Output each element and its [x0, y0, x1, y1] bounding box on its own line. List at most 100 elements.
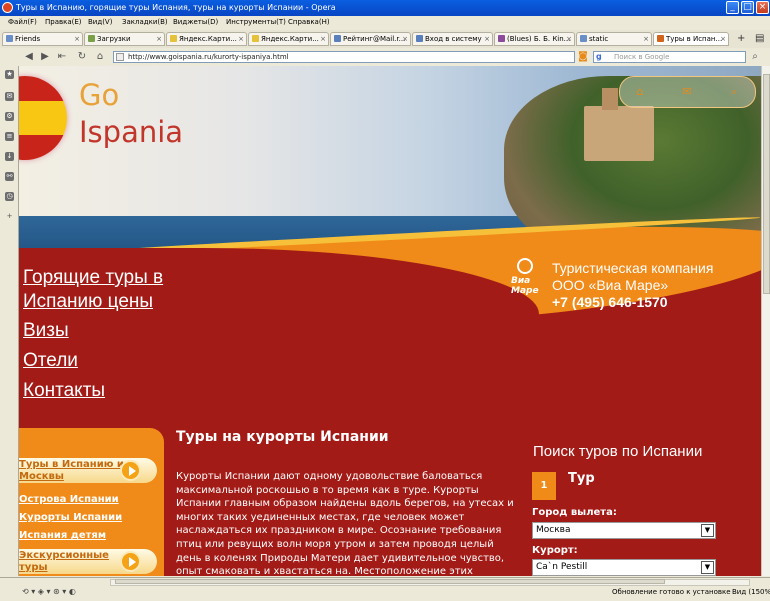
links-panel-icon[interactable]: ⚯	[5, 172, 14, 181]
close-tab-icon[interactable]: ×	[320, 33, 326, 45]
islands-link[interactable]: Острова Испании	[19, 494, 119, 505]
update-status[interactable]: Обновление готово к установке	[612, 588, 731, 596]
nav-contacts[interactable]: Контакты	[23, 379, 105, 402]
nav-visas[interactable]: Визы	[23, 319, 69, 342]
resort-label: Курорт:	[532, 545, 578, 556]
tab-label: Вход в систему	[425, 35, 482, 43]
history-panel-icon[interactable]: ◷	[5, 192, 14, 201]
downloads-tab-icon	[88, 35, 95, 42]
home-icon[interactable]: ⌂	[634, 86, 646, 98]
tours-from-moscow-label: Туры в Испанию из	[19, 459, 130, 470]
close-tab-icon[interactable]: ×	[156, 33, 162, 45]
back-icon[interactable]: ◀	[23, 51, 35, 63]
menu-help[interactable]: Справка(H)	[288, 18, 330, 26]
company-logo: Виа Маре	[509, 258, 549, 296]
close-tab-icon[interactable]: ×	[402, 33, 408, 45]
close-tab-icon[interactable]: ×	[720, 33, 726, 45]
minimize-button[interactable]: _	[726, 1, 739, 14]
downloads-panel-icon[interactable]: ↓	[5, 152, 14, 161]
menu-view[interactable]: Вид(V)	[88, 18, 112, 26]
header-icon-bar: ⌂ ✉ ⌕	[619, 76, 756, 108]
excursion-tours-button[interactable]: Экскурсионные туры	[19, 549, 157, 574]
tab-label: Яндекс.Карти...	[261, 35, 319, 43]
close-tab-icon[interactable]: ×	[566, 33, 572, 45]
search-input[interactable]: g Поиск в Google	[593, 51, 746, 63]
chevron-down-icon[interactable]: ▼	[701, 561, 714, 574]
tab-yandex-maps-1[interactable]: Яндекс.Карти... ×	[166, 32, 247, 46]
vertical-scrollbar[interactable]	[761, 66, 770, 576]
nav-hotels[interactable]: Отели	[23, 349, 78, 372]
rss-icon[interactable]: ◙	[577, 51, 589, 63]
tab-static[interactable]: static ×	[576, 32, 652, 46]
tab-blues[interactable]: (Blues) Б. Б. Кin... ×	[494, 32, 575, 46]
logo-ispania[interactable]: Ispania	[79, 115, 183, 149]
tab-login[interactable]: Вход в систему ×	[412, 32, 493, 46]
bookmarks-panel-icon[interactable]: ★	[5, 70, 14, 79]
tab-friends[interactable]: Friends ×	[2, 32, 83, 46]
yandex-tab-icon	[170, 35, 177, 42]
opera-icon	[2, 2, 13, 13]
home-icon[interactable]: ⌂	[94, 51, 106, 63]
chevron-down-icon[interactable]: ▼	[701, 524, 714, 537]
search-go-icon[interactable]: ⌕	[749, 51, 761, 63]
close-tab-icon[interactable]: ×	[484, 33, 490, 45]
tab-label: static	[589, 35, 609, 43]
horizontal-scrollbar-thumb[interactable]	[115, 579, 665, 584]
sun-icon	[517, 258, 533, 274]
excursion-tours-label-2: туры	[19, 562, 48, 573]
url-text: http://www.goispania.ru/kurorty-ispaniya…	[128, 53, 289, 61]
resorts-link[interactable]: Курорты Испании	[19, 512, 122, 523]
music-tab-icon	[498, 35, 505, 42]
tab-list-icon[interactable]: ▤	[755, 33, 764, 45]
tab-label: Friends	[15, 35, 41, 43]
menu-widgets[interactable]: Виджеты(D)	[173, 18, 218, 26]
scrollbar-thumb[interactable]	[763, 74, 770, 294]
close-tab-icon[interactable]: ×	[74, 33, 80, 45]
url-input[interactable]: http://www.goispania.ru/kurorty-ispaniya…	[113, 51, 575, 63]
tab-rating-mail[interactable]: Рейтинг@Mail.r... ×	[330, 32, 411, 46]
tab-yandex-maps-2[interactable]: Яндекс.Карти... ×	[248, 32, 329, 46]
reload-icon[interactable]: ↻	[76, 51, 88, 63]
kids-link[interactable]: Испания детям	[19, 530, 106, 541]
company-info: Туристическая компания ООО «Виа Маре» +7…	[552, 260, 713, 311]
search-form-title: Поиск туров по Испании	[533, 443, 703, 460]
logo-go[interactable]: Go	[79, 78, 119, 112]
page-icon	[116, 53, 124, 61]
tab-tours-spain[interactable]: Туры в Испан... ×	[653, 32, 729, 46]
step-label: Тур	[568, 471, 595, 486]
search-icon[interactable]: ⌕	[728, 86, 740, 98]
close-tab-icon[interactable]: ×	[643, 33, 649, 45]
mail-panel-icon[interactable]: ✉	[5, 92, 14, 101]
notes-panel-icon[interactable]: ≡	[5, 132, 14, 141]
rewind-icon[interactable]: ⇤	[56, 51, 68, 63]
menu-bar: Файл(F) Правка(E) Вид(V) Закладки(B) Вид…	[0, 16, 770, 30]
play-arrow-icon	[120, 551, 141, 572]
resort-select[interactable]: Ca`n Pestill ▼	[532, 559, 716, 576]
close-tab-icon[interactable]: ×	[238, 33, 244, 45]
settings-panel-icon[interactable]: ⚙	[5, 112, 14, 121]
new-tab-icon[interactable]: +	[737, 33, 745, 45]
maximize-button[interactable]: □	[741, 1, 754, 14]
menu-file[interactable]: Файл(F)	[8, 18, 37, 26]
zoom-level[interactable]: Вид (150%)	[732, 588, 770, 596]
forward-icon[interactable]: ▶	[39, 51, 51, 63]
menu-bookmarks[interactable]: Закладки(B)	[122, 18, 168, 26]
page-viewport: Go Ispania ⌂ ✉ ⌕ Виа Маре Туристическая …	[19, 66, 761, 576]
menu-tools[interactable]: Инструменты(T)	[226, 18, 286, 26]
departure-city-select[interactable]: Москва ▼	[532, 522, 716, 539]
tab-downloads[interactable]: Загрузки ×	[84, 32, 165, 46]
nav-hot-tours-prices[interactable]: Испанию цены	[23, 290, 153, 313]
friends-tab-icon	[6, 35, 13, 42]
excursion-tours-label: Экскурсионные	[19, 550, 109, 561]
tab-label: Яндекс.Карти...	[179, 35, 237, 43]
add-panel-icon[interactable]: +	[5, 212, 14, 221]
tours-from-moscow-button[interactable]: Туры в Испанию из Москвы	[19, 458, 157, 483]
menu-edit[interactable]: Правка(E)	[45, 18, 82, 26]
status-icons[interactable]: ⟲ ▾ ◈ ▾ ⊛ ▾ ◐	[22, 587, 76, 596]
page-title: Туры на курорты Испании	[176, 429, 389, 445]
side-menu-panel: Туры в Испанию из Москвы Острова Испании…	[19, 428, 164, 576]
site-tab-icon	[657, 35, 664, 42]
nav-hot-tours[interactable]: Горящие туры в	[23, 266, 163, 289]
mail-icon[interactable]: ✉	[681, 86, 693, 98]
close-window-button[interactable]: ×	[756, 1, 769, 14]
